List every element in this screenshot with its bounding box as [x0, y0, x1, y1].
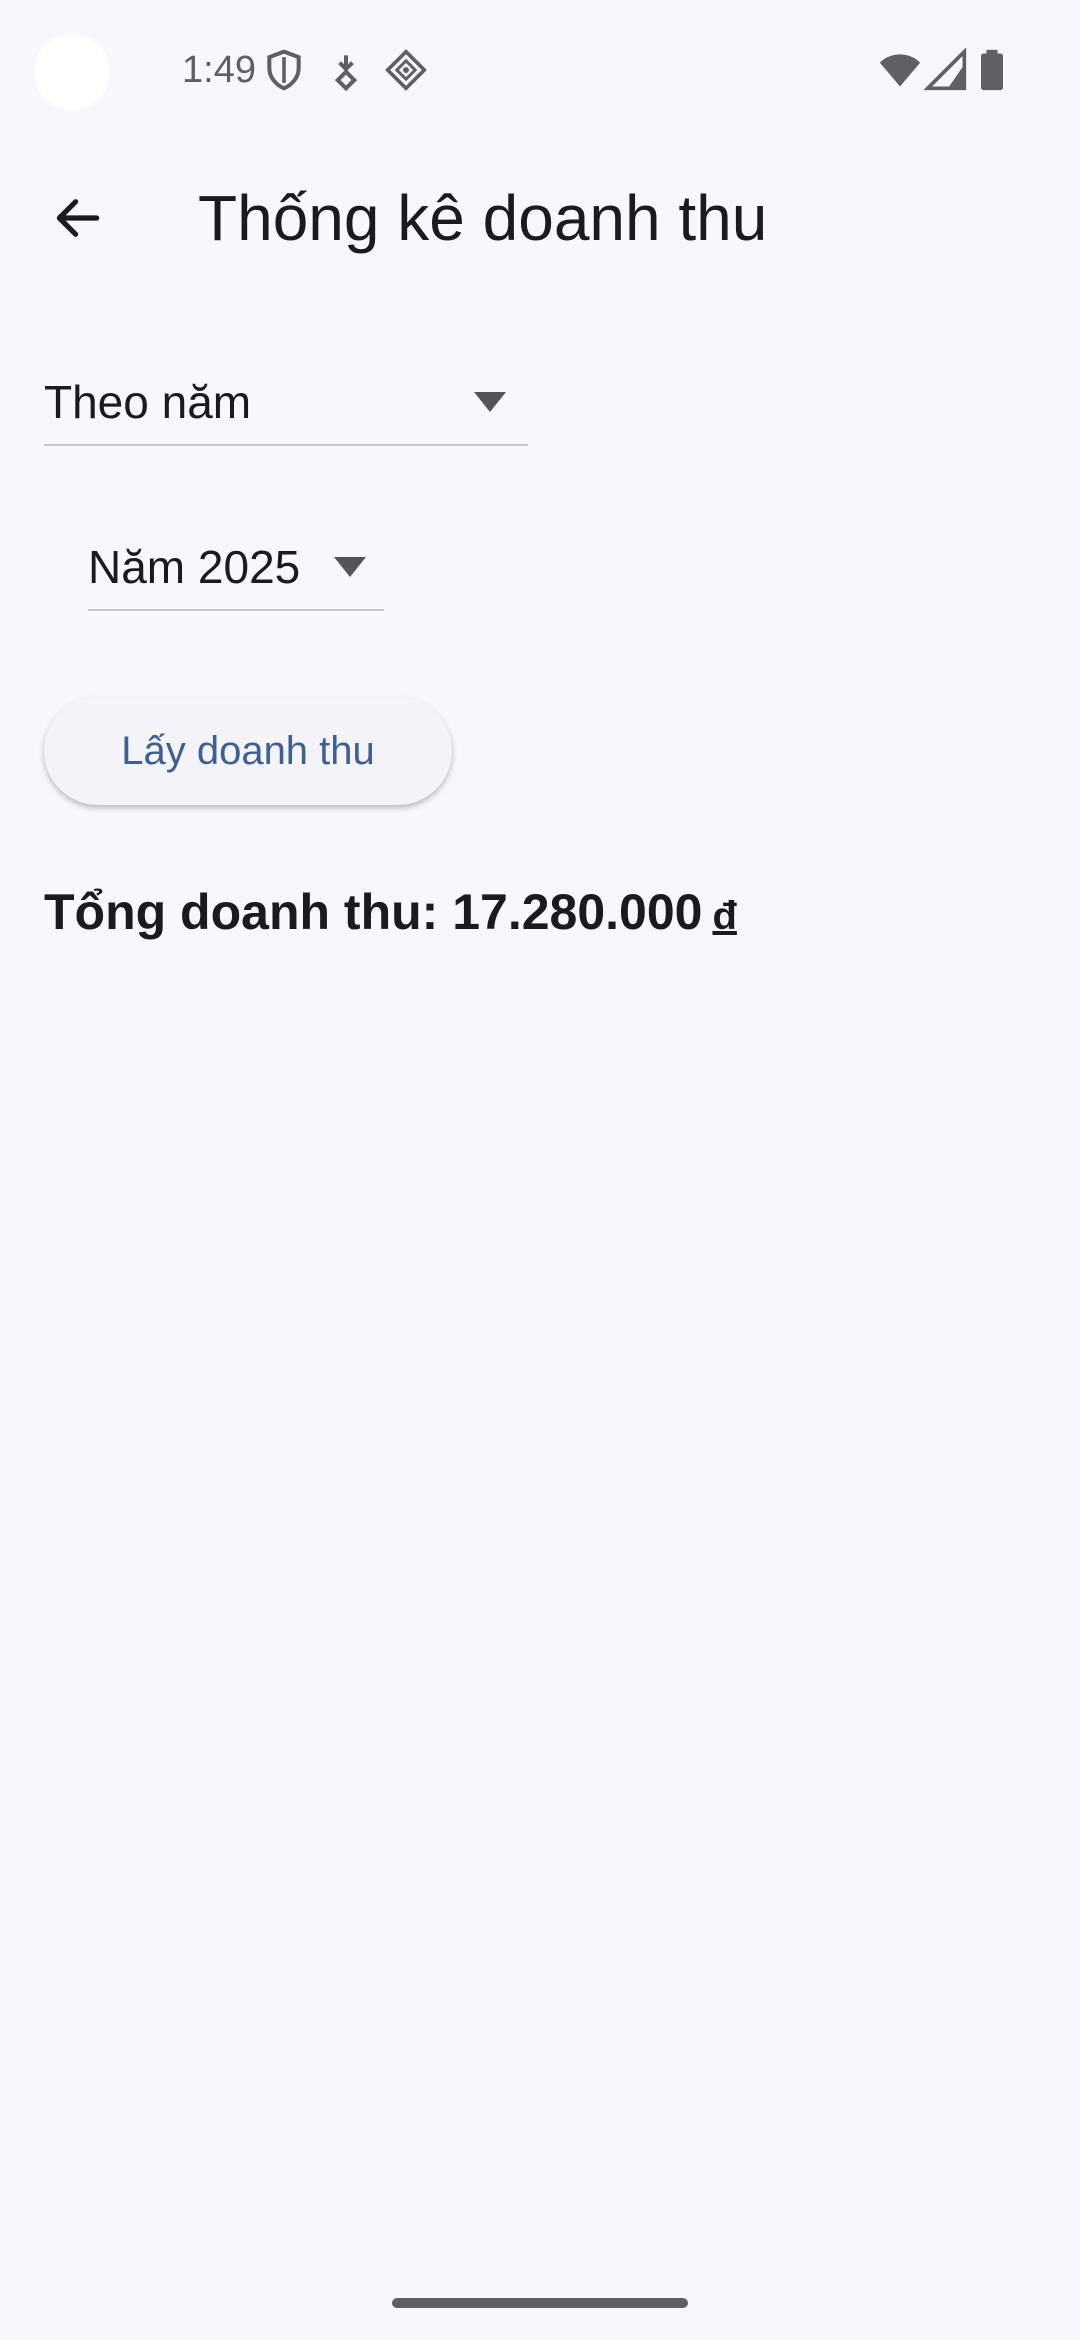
year-value: Năm 2025: [88, 541, 301, 593]
dropdown-arrow-icon: [470, 388, 510, 416]
top-app-bar: Thống kê doanh thu: [0, 160, 1080, 270]
cell-signal-icon: [924, 48, 968, 92]
status-bar: 1:49: [0, 0, 1080, 140]
back-button[interactable]: [30, 170, 126, 266]
total-revenue-label: Tổng doanh thu: 17.280.000: [44, 884, 703, 940]
dropdown-arrow-icon: [330, 553, 370, 581]
fetch-revenue-button[interactable]: Lấy doanh thu: [44, 697, 452, 805]
gesture-navigation-bar[interactable]: [392, 2298, 688, 2308]
period-mode-dropdown[interactable]: Theo năm: [44, 360, 528, 446]
period-mode-value: Theo năm: [44, 376, 252, 428]
download-icon: [324, 48, 368, 92]
camera-cutout: [34, 34, 110, 110]
wifi-icon: [878, 48, 922, 92]
shield-icon: [262, 48, 306, 92]
status-time: 1:49: [182, 49, 256, 91]
arrow-back-icon: [56, 199, 100, 237]
location-diamond-icon: [384, 48, 428, 92]
total-revenue: Tổng doanh thu: 17.280.000 đ: [44, 880, 737, 948]
year-dropdown[interactable]: Năm 2025: [88, 525, 384, 611]
revenue-statistics-screen: 1:49 Thống kê doanh thu Theo năm Năm 202…: [0, 0, 1080, 2340]
page-title: Thống kê doanh thu: [198, 182, 768, 254]
currency-symbol: đ: [712, 894, 737, 938]
battery-icon: [970, 48, 1014, 92]
